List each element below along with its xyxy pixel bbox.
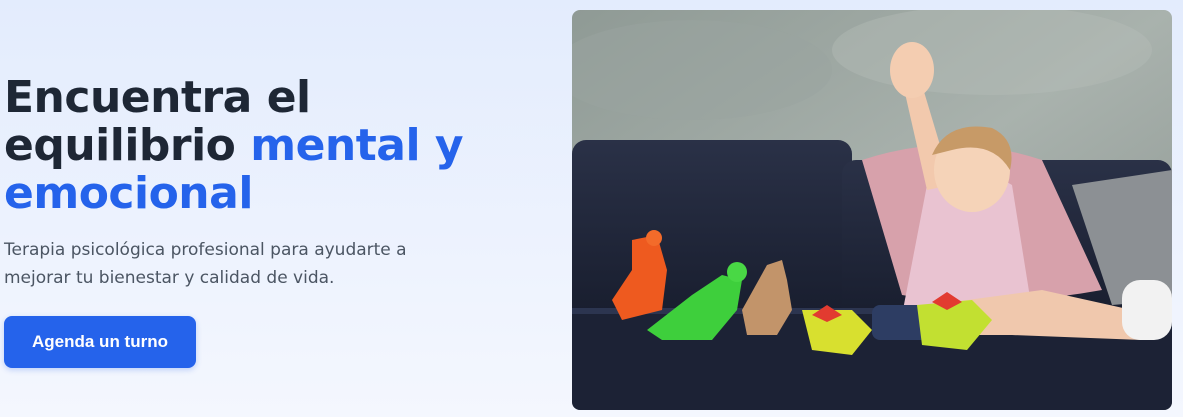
hero-headline: Encuentra el equilibrio mental y emocion… (4, 74, 524, 218)
book-appointment-button[interactable]: Agenda un turno (4, 316, 196, 368)
hero-text-block: Encuentra el equilibrio mental y emocion… (4, 74, 524, 292)
hero-subtitle: Terapia psicológica profesional para ayu… (4, 240, 407, 288)
hero-image (572, 10, 1172, 410)
child-with-toys-photo (572, 10, 1172, 410)
